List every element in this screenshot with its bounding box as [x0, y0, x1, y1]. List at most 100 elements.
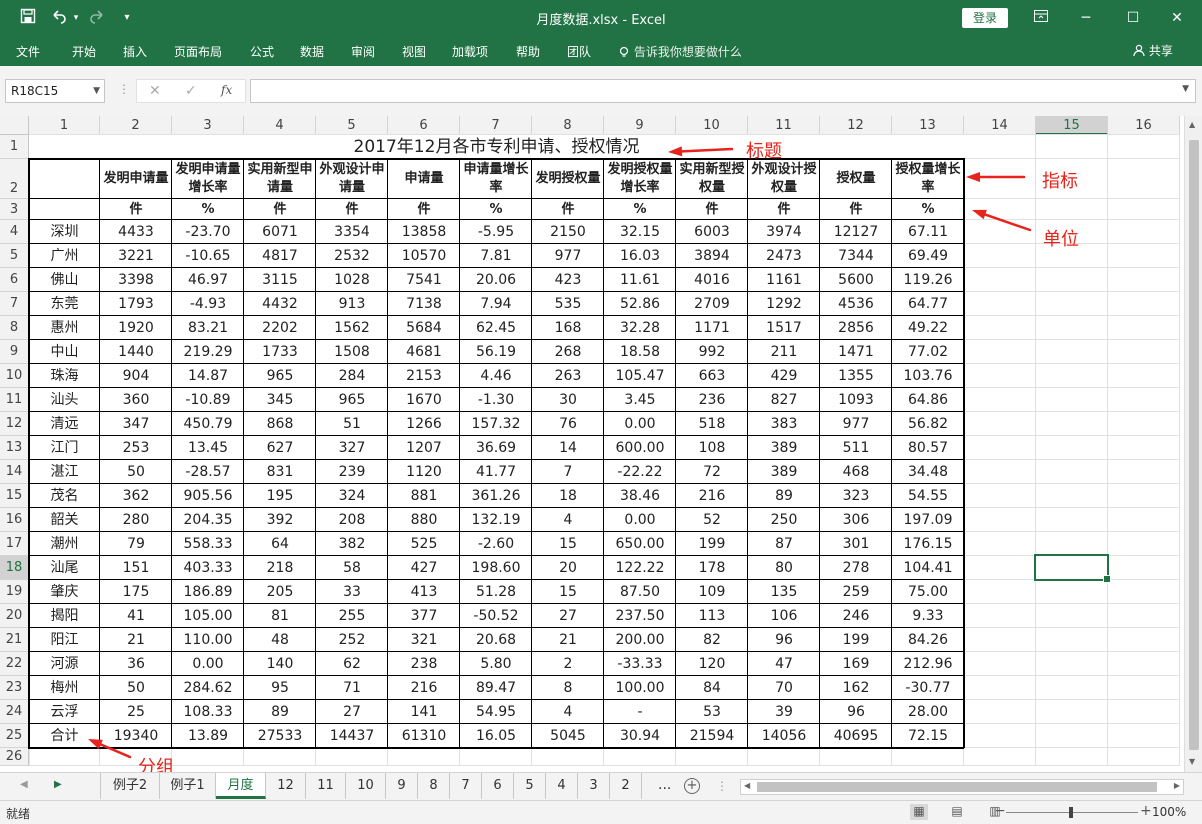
sheet-tab[interactable]: 5 [514, 773, 546, 799]
data-cell[interactable]: 377 [388, 604, 460, 628]
data-cell[interactable]: 14056 [748, 724, 820, 748]
data-cell[interactable]: 237.50 [604, 604, 676, 628]
column-header[interactable]: 13 [892, 116, 964, 135]
data-cell[interactable]: -5.95 [460, 220, 532, 244]
data-cell[interactable]: 56.82 [892, 412, 964, 436]
data-cell[interactable]: 178 [676, 556, 748, 580]
data-cell[interactable]: 1120 [388, 460, 460, 484]
row-header[interactable]: 6 [0, 268, 29, 292]
data-cell[interactable]: 992 [676, 340, 748, 364]
tab-insert[interactable]: 插入 [123, 43, 147, 60]
horizontal-scrollbar[interactable]: ◀ ▶ [740, 779, 1184, 795]
data-cell[interactable]: 162 [820, 676, 892, 700]
data-cell[interactable]: 15 [532, 532, 604, 556]
tab-review[interactable]: 审阅 [351, 43, 375, 60]
row-header[interactable]: 13 [0, 436, 29, 460]
data-cell[interactable]: 4432 [244, 292, 316, 316]
data-cell[interactable]: 3.45 [604, 388, 676, 412]
data-cell[interactable]: 199 [676, 532, 748, 556]
data-cell[interactable]: -10.65 [172, 244, 244, 268]
tab-splitter-icon[interactable]: ⋮ [716, 779, 728, 793]
column-header[interactable]: 16 [1108, 116, 1180, 135]
data-cell[interactable]: 119.26 [892, 268, 964, 292]
data-cell[interactable]: 2202 [244, 316, 316, 340]
city-cell[interactable]: 深圳 [29, 220, 100, 244]
data-cell[interactable]: 46.97 [172, 268, 244, 292]
data-cell[interactable]: 33 [316, 580, 388, 604]
row-header[interactable]: 10 [0, 364, 29, 388]
indicator-header-cell[interactable]: 授权量 [822, 159, 890, 199]
data-cell[interactable]: -22.22 [604, 460, 676, 484]
sheet-tab[interactable]: 2 [610, 773, 642, 799]
city-cell[interactable]: 湛江 [29, 460, 100, 484]
data-cell[interactable]: 200.00 [604, 628, 676, 652]
data-cell[interactable]: 4016 [676, 268, 748, 292]
data-cell[interactable]: 218 [244, 556, 316, 580]
cancel-icon[interactable]: ✕ [149, 83, 161, 99]
data-cell[interactable]: 83.21 [172, 316, 244, 340]
data-cell[interactable]: 253 [100, 436, 172, 460]
data-cell[interactable]: 122.22 [604, 556, 676, 580]
data-cell[interactable]: 278 [820, 556, 892, 580]
data-cell[interactable]: 7541 [388, 268, 460, 292]
data-cell[interactable]: 263 [532, 364, 604, 388]
data-cell[interactable]: -50.52 [460, 604, 532, 628]
column-header[interactable]: 5 [316, 116, 388, 135]
data-cell[interactable]: 236 [676, 388, 748, 412]
data-cell[interactable]: 831 [244, 460, 316, 484]
data-cell[interactable]: 360 [100, 388, 172, 412]
data-cell[interactable]: 5.80 [460, 652, 532, 676]
data-cell[interactable]: 212.96 [892, 652, 964, 676]
data-cell[interactable]: 306 [820, 508, 892, 532]
data-cell[interactable]: 268 [532, 340, 604, 364]
scroll-up-icon[interactable]: ▲ [1189, 120, 1195, 129]
more-sheets-icon[interactable]: ... [658, 777, 671, 793]
data-cell[interactable]: 323 [820, 484, 892, 508]
city-cell[interactable]: 梅州 [29, 676, 100, 700]
scroll-tabs-left-icon[interactable]: ◀ [20, 779, 28, 790]
sheet-tab[interactable]: 6 [482, 773, 514, 799]
city-cell[interactable]: 肇庆 [29, 580, 100, 604]
insert-function-icon[interactable]: fx [221, 83, 232, 97]
data-cell[interactable]: 2 [532, 652, 604, 676]
add-sheet-button[interactable]: + [684, 778, 700, 794]
unit-cell[interactable]: 件 [748, 199, 820, 220]
column-header[interactable]: 12 [820, 116, 892, 135]
data-cell[interactable]: 195 [244, 484, 316, 508]
data-cell[interactable]: 239 [316, 460, 388, 484]
data-cell[interactable]: 6071 [244, 220, 316, 244]
data-cell[interactable]: 62 [316, 652, 388, 676]
data-cell[interactable]: 663 [676, 364, 748, 388]
data-cell[interactable]: 238 [388, 652, 460, 676]
data-cell[interactable]: 3221 [100, 244, 172, 268]
data-cell[interactable]: 79 [100, 532, 172, 556]
column-header[interactable]: 6 [388, 116, 460, 135]
data-cell[interactable]: 40695 [820, 724, 892, 748]
share-button[interactable]: 共享 [1133, 42, 1173, 59]
city-cell[interactable]: 阳江 [29, 628, 100, 652]
data-cell[interactable]: -30.77 [892, 676, 964, 700]
data-cell[interactable]: 5600 [820, 268, 892, 292]
tab-team[interactable]: 团队 [567, 43, 591, 60]
data-cell[interactable]: -1.30 [460, 388, 532, 412]
data-cell[interactable]: 389 [748, 460, 820, 484]
indicator-header-cell[interactable]: 申请量增长率 [462, 159, 530, 199]
maximize-icon[interactable]: ☐ [1118, 6, 1148, 30]
data-cell[interactable]: 198.60 [460, 556, 532, 580]
sheet-tab[interactable]: 3 [578, 773, 610, 799]
name-box[interactable]: R18C15 ▼ [5, 79, 105, 103]
unit-cell[interactable]: % [172, 199, 244, 220]
data-cell[interactable]: 1355 [820, 364, 892, 388]
data-cell[interactable]: 347 [100, 412, 172, 436]
data-cell[interactable]: 36.69 [460, 436, 532, 460]
data-cell[interactable]: 108 [676, 436, 748, 460]
data-cell[interactable]: 89.47 [460, 676, 532, 700]
data-cell[interactable]: 2532 [316, 244, 388, 268]
data-cell[interactable]: 64.77 [892, 292, 964, 316]
data-cell[interactable]: 47 [748, 652, 820, 676]
column-header[interactable]: 15 [1036, 116, 1108, 135]
data-cell[interactable]: 157.32 [460, 412, 532, 436]
data-cell[interactable]: 89 [748, 484, 820, 508]
data-cell[interactable]: 41.77 [460, 460, 532, 484]
data-cell[interactable]: 977 [820, 412, 892, 436]
